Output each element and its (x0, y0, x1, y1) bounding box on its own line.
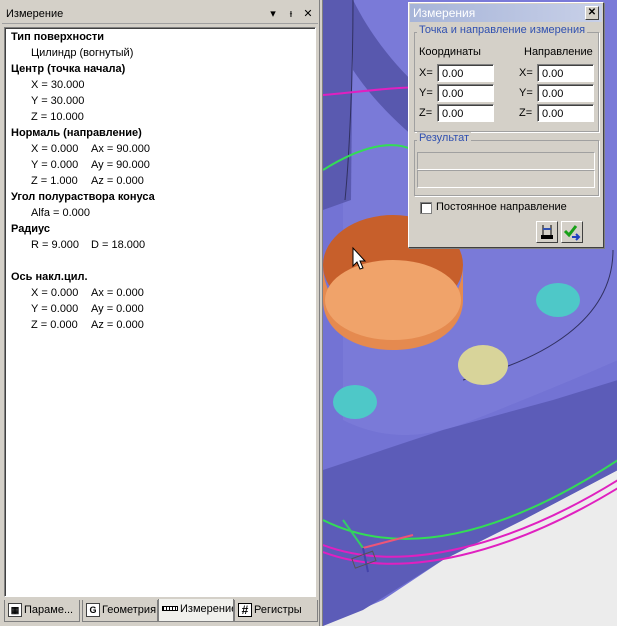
axis-az: Az = 0.000 (91, 319, 144, 331)
normal-z: Z = 1.000 (31, 175, 78, 187)
panel-tabs: ▦ Параме... G Геометрия Измерение # Регистр… (2, 599, 320, 623)
close-icon[interactable]: ✕ (301, 7, 315, 21)
normal-az: Az = 0.000 (91, 175, 144, 187)
center-y: Y = 30.000 (31, 95, 85, 107)
tab-geometry[interactable]: G Геометрия (82, 600, 158, 622)
result-field-1 (417, 152, 595, 170)
point-direction-group-title: Точка и направление измерения (417, 24, 588, 36)
parameters-icon: ▦ (8, 603, 22, 618)
axis-y: Y = 0.000 (31, 303, 79, 315)
tab-geometry-label: Геометрия (102, 604, 157, 616)
dir-y-input[interactable] (537, 84, 594, 102)
result-group-title: Результат (417, 132, 472, 144)
radius-r: R = 9.000 (31, 239, 80, 251)
axis-z-row: Z = 0.000 Az = 0.000 (31, 319, 144, 331)
radius-heading: Радиус (11, 223, 51, 235)
tab-measurement-label: Измерение (180, 603, 234, 615)
dialog-close-button[interactable]: ✕ (585, 6, 599, 20)
measure-tool-icon (541, 225, 553, 239)
center-x: X = 30.000 (31, 79, 85, 91)
coord-z-label: Z= (419, 107, 433, 119)
hole-cyan-left[interactable] (333, 385, 377, 419)
coord-x-input[interactable] (437, 64, 494, 82)
axis-heading: Ось накл.цил. (11, 271, 88, 283)
apply-button[interactable] (561, 221, 583, 243)
cone-alfa: Alfa = 0.000 (31, 207, 91, 219)
normal-x-row: X = 0.000 Ax = 90.000 (31, 143, 150, 155)
normal-y-row: Y = 0.000 Ay = 90.000 (31, 159, 150, 171)
tab-registers-label: Регистры (254, 604, 302, 616)
center-z: Z = 10.000 (31, 111, 84, 123)
hole-cyan-right[interactable] (536, 283, 580, 317)
center-heading: Центр (точка начала) (11, 63, 126, 75)
measurement-info: Тип поверхности Цилиндр (вогнутый) Центр… (4, 27, 316, 597)
tab-measurement[interactable]: Измерение (158, 599, 234, 622)
dir-x-input[interactable] (537, 64, 594, 82)
axis-ax: Ax = 0.000 (91, 287, 144, 299)
coords-label: Координаты (419, 46, 481, 58)
tab-parameters[interactable]: ▦ Параме... (4, 600, 80, 622)
measure-tool-button[interactable] (536, 221, 558, 243)
normal-z-row: Z = 1.000 Az = 0.000 (31, 175, 144, 187)
axis-y-row: Y = 0.000 Ay = 0.000 (31, 303, 144, 315)
coord-x-label: X= (419, 67, 433, 79)
normal-x: X = 0.000 (31, 143, 79, 155)
dialog-title: Измерения (413, 6, 476, 20)
hash-icon: # (238, 603, 252, 618)
constant-direction-checkbox[interactable] (420, 202, 432, 214)
surface-type-value: Цилиндр (вогнутый) (31, 47, 134, 59)
measurement-dialog: Измерения ✕ Точка и направление измерени… (408, 2, 604, 248)
app-window: Измерение ▾ ᵼ ✕ Тип поверхности Цилиндр … (0, 0, 617, 626)
measurement-panel: Измерение ▾ ᵼ ✕ Тип поверхности Цилиндр … (0, 0, 320, 626)
panel-menu-icon[interactable]: ▾ (266, 7, 280, 21)
cone-heading: Угол полураствора конуса (11, 191, 155, 203)
coord-y-label: Y= (419, 87, 433, 99)
axis-x: X = 0.000 (31, 287, 79, 299)
dialog-titlebar[interactable]: Измерения ✕ (410, 4, 602, 22)
normal-y: Y = 0.000 (31, 159, 79, 171)
dir-y-label: Y= (519, 87, 533, 99)
result-field-2 (417, 170, 595, 188)
normal-heading: Нормаль (направление) (11, 127, 142, 139)
tab-registers[interactable]: # Регистры (234, 600, 318, 622)
axis-z: Z = 0.000 (31, 319, 78, 331)
panel-header: Измерение ▾ ᵼ ✕ (2, 4, 318, 24)
dir-x-label: X= (519, 67, 533, 79)
checkmark-arrow-icon (563, 225, 581, 241)
hole-yellow[interactable] (458, 345, 508, 385)
geometry-icon: G (86, 603, 100, 618)
normal-ax: Ax = 90.000 (91, 143, 151, 155)
tab-parameters-label: Параме... (24, 604, 74, 616)
coord-z-input[interactable] (437, 104, 494, 122)
constant-direction-label: Постоянное направление (436, 201, 567, 213)
hole-orange-bottom[interactable] (325, 260, 461, 340)
dir-z-label: Z= (519, 107, 533, 119)
surface-type-heading: Тип поверхности (11, 31, 105, 43)
normal-ay: Ay = 90.000 (91, 159, 150, 171)
radius-row: R = 9.000 D = 18.000 (31, 239, 145, 251)
panel-title: Измерение (6, 8, 64, 20)
pin-icon[interactable]: ᵼ (284, 7, 298, 21)
direction-label: Направление (524, 46, 593, 58)
ruler-icon (162, 605, 178, 611)
dir-z-input[interactable] (537, 104, 594, 122)
axis-x-row: X = 0.000 Ax = 0.000 (31, 287, 144, 299)
coord-y-input[interactable] (437, 84, 494, 102)
axis-ay: Ay = 0.000 (91, 303, 144, 315)
radius-d: D = 18.000 (91, 239, 146, 251)
